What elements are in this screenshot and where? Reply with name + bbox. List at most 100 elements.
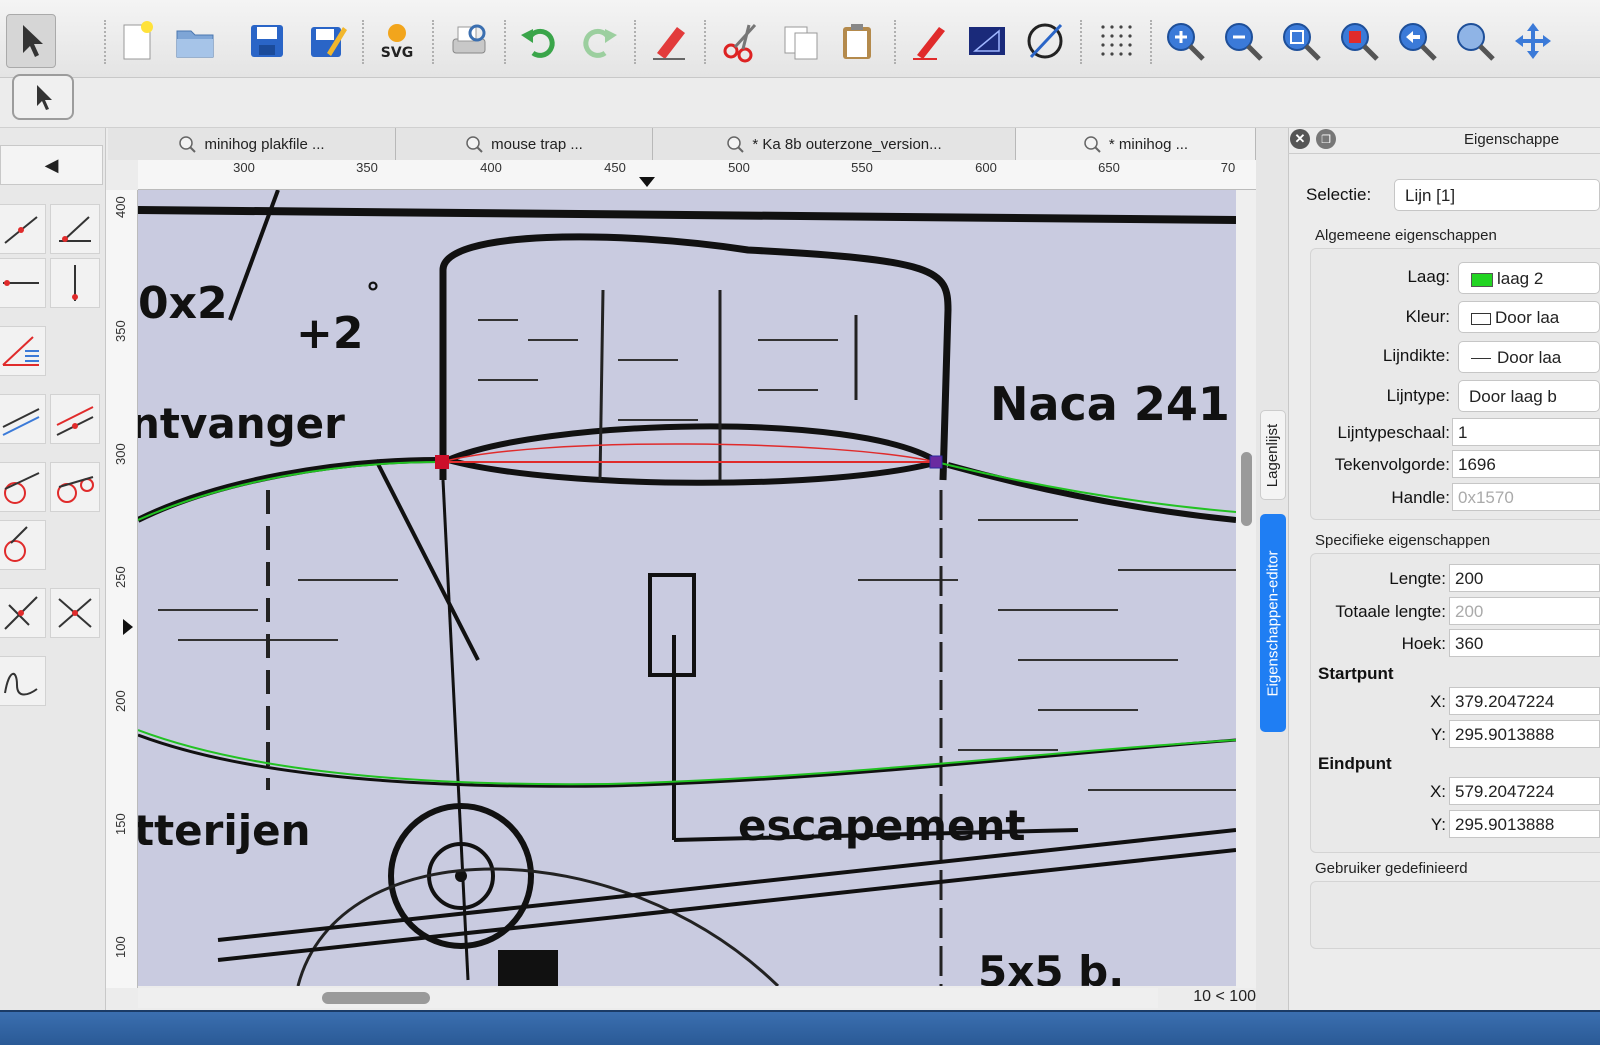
- angle-field[interactable]: 360: [1449, 629, 1600, 657]
- new-file-button[interactable]: [112, 14, 162, 68]
- layer-dropdown[interactable]: laag 2: [1458, 262, 1600, 294]
- tab-mouse-trap[interactable]: mouse trap ...: [396, 128, 653, 160]
- print-preview-button[interactable]: [444, 14, 494, 68]
- horizontal-ruler: 300 350 400 450 500 550 600 650 70: [138, 160, 1256, 190]
- secondary-toolbar: [0, 78, 1600, 128]
- horizontal-line-tool[interactable]: [0, 258, 46, 308]
- drawing-canvas[interactable]: 0x2 +2 ° ntvanger Naca 241 escapement tt…: [138, 190, 1236, 986]
- draw-pen-button[interactable]: [904, 14, 954, 68]
- traced-spline-bottom[interactable]: [138, 729, 1236, 786]
- no-snap-button[interactable]: [1020, 14, 1070, 68]
- cut-button[interactable]: [716, 14, 766, 68]
- linetypescale-field[interactable]: 1: [1452, 418, 1600, 446]
- float-panel-button[interactable]: ❐: [1316, 129, 1336, 149]
- redo-icon: [583, 28, 617, 58]
- layer-label: Laag:: [1407, 267, 1450, 286]
- save-button[interactable]: [242, 14, 292, 68]
- save-as-pencil-icon: [311, 27, 347, 57]
- horizontal-scroll-thumb[interactable]: [322, 992, 430, 1004]
- tab-layer-list[interactable]: Lagenlijst: [1260, 410, 1286, 500]
- clipboard-icon: [843, 24, 871, 59]
- line-angle-tool[interactable]: [50, 204, 100, 254]
- copy-button[interactable]: [776, 14, 826, 68]
- vertical-line-tool[interactable]: [50, 258, 100, 308]
- document-search-icon: [1084, 136, 1101, 153]
- undo-button[interactable]: [514, 14, 564, 68]
- start-point-handle[interactable]: [435, 455, 449, 469]
- grid-dots-button[interactable]: [1092, 14, 1142, 68]
- handle-field: 0x1570: [1452, 483, 1600, 511]
- ruler-marker-icon: [639, 177, 655, 187]
- angle-bisector-tool[interactable]: [0, 326, 46, 376]
- close-panel-button[interactable]: ✕: [1290, 129, 1310, 149]
- draworder-label: Tekenvolgorde:: [1334, 455, 1450, 474]
- tab-minihog-plakfile[interactable]: minihog plakfile ...: [108, 128, 396, 160]
- traced-spline-right[interactable]: [935, 461, 1236, 513]
- os-taskbar: [0, 1010, 1600, 1045]
- erase-button[interactable]: [644, 14, 694, 68]
- zoom-fit-icon: [1283, 23, 1321, 61]
- start-y-field[interactable]: 295.9013888: [1449, 720, 1600, 748]
- horizontal-scrollbar[interactable]: [138, 988, 1158, 1008]
- zoom-out-button[interactable]: [1218, 14, 1268, 68]
- tangent-point-circle-tool[interactable]: [0, 462, 46, 512]
- redo-button[interactable]: [574, 14, 624, 68]
- pointer-icon: [37, 85, 52, 110]
- collapse-toolbar-button[interactable]: ◀: [0, 145, 103, 185]
- zoom-selection-button[interactable]: [1334, 14, 1384, 68]
- totallength-label: Totaale lengte:: [1335, 602, 1446, 621]
- tangent-two-circles-tool[interactable]: [50, 462, 100, 512]
- open-file-button[interactable]: [170, 14, 220, 68]
- zoom-in-button[interactable]: [1160, 14, 1210, 68]
- linewidth-dropdown[interactable]: Door laa: [1458, 341, 1600, 373]
- start-y-label: Y:: [1430, 725, 1446, 744]
- document-search-icon: [179, 136, 197, 153]
- copy-icon: [784, 26, 818, 60]
- zoom-auto-button[interactable]: [1276, 14, 1326, 68]
- svg-text:SVG: SVG: [381, 45, 413, 61]
- tab-label: mouse trap ...: [491, 135, 583, 153]
- paste-button[interactable]: [832, 14, 882, 68]
- ruler-tick-label: 500: [728, 160, 750, 175]
- zoom-window-icon: [1457, 23, 1495, 61]
- linetype-dropdown[interactable]: Door laag b: [1458, 380, 1600, 412]
- color-dropdown[interactable]: Door laa: [1458, 301, 1600, 333]
- parallel-through-point-tool[interactable]: [50, 394, 100, 444]
- end-x-field[interactable]: 579.2047224: [1449, 777, 1600, 805]
- perpendicular-tool[interactable]: [0, 588, 46, 638]
- tab-ka8b-outerzone[interactable]: * Ka 8b outerzone_version...: [653, 128, 1016, 160]
- relative-angle-tool[interactable]: [50, 588, 100, 638]
- end-point-handle[interactable]: [929, 455, 943, 469]
- line-2points-tool[interactable]: [0, 204, 46, 254]
- parallel-line-tool[interactable]: [0, 394, 46, 444]
- zoom-previous-icon: [1399, 23, 1437, 61]
- save-as-button[interactable]: [302, 14, 352, 68]
- selection-dropdown[interactable]: Lijn [1]: [1394, 179, 1600, 211]
- select-tool-button[interactable]: [6, 14, 56, 68]
- ruler-tick-label: 350: [356, 160, 378, 175]
- blueprint-icon: [969, 27, 1005, 55]
- end-y-field[interactable]: 295.9013888: [1449, 810, 1600, 838]
- vertical-scrollbar[interactable]: [1236, 190, 1256, 988]
- color-swatch: [1471, 312, 1491, 325]
- tab-minihog-active[interactable]: * minihog ...: [1016, 128, 1256, 160]
- plan-label-batterijen: tterijen: [138, 806, 311, 855]
- export-svg-button[interactable]: SVG: [372, 14, 422, 68]
- ruler-tick-label: 250: [113, 566, 128, 588]
- plan-label-x2: 0x2: [138, 278, 228, 329]
- orthogonal-tangent-tool[interactable]: [0, 520, 46, 570]
- length-field[interactable]: 200: [1449, 564, 1600, 592]
- zoom-previous-button[interactable]: [1392, 14, 1442, 68]
- select-entity-button[interactable]: [12, 74, 74, 120]
- freehand-line-tool[interactable]: [0, 656, 46, 706]
- ruler-tick-label: 600: [975, 160, 997, 175]
- draworder-field[interactable]: 1696: [1452, 450, 1600, 478]
- vertical-scroll-thumb[interactable]: [1241, 452, 1252, 526]
- start-x-field[interactable]: 379.2047224: [1449, 687, 1600, 715]
- grid-display-button[interactable]: [962, 14, 1012, 68]
- ruler-tick-label: 650: [1098, 160, 1120, 175]
- tab-property-editor[interactable]: Eigenschappen-editor: [1260, 514, 1286, 732]
- zoom-window-button[interactable]: [1450, 14, 1500, 68]
- zoom-pan-button[interactable]: [1508, 14, 1558, 68]
- arrow-cursor-icon: [23, 25, 43, 57]
